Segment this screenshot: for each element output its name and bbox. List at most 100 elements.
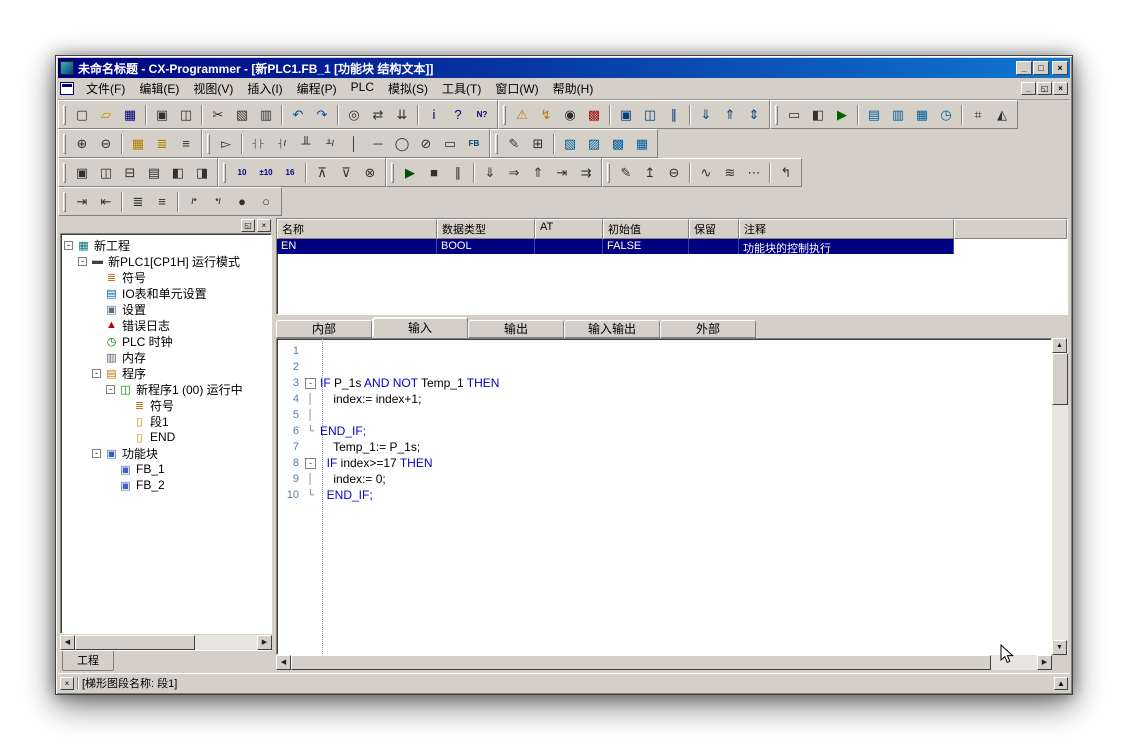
menu-insert[interactable]: 插入(I): [240, 78, 289, 99]
arrange-icons-button[interactable]: ▤: [142, 161, 166, 185]
tree-item-plc-clock[interactable]: ◷PLC 时钟: [61, 333, 271, 349]
scroll-right-button[interactable]: ▶: [257, 635, 272, 650]
column-header-initial-value[interactable]: 初始值: [603, 219, 689, 239]
run-button[interactable]: ▶: [398, 161, 422, 185]
scroll-right-button[interactable]: ▶: [1037, 655, 1052, 670]
undo-button[interactable]: ↶: [286, 103, 310, 127]
menu-simulation[interactable]: 模拟(S): [381, 78, 435, 99]
scrollbar-thumb[interactable]: [291, 655, 991, 670]
io-table-button[interactable]: ▤: [862, 103, 886, 127]
minimize-button[interactable]: _: [1016, 61, 1032, 75]
editor-hscrollbar[interactable]: ◀ ▶: [276, 655, 1052, 670]
tree-item-section1[interactable]: ▯段1: [61, 413, 271, 429]
section-list-button[interactable]: ▨: [582, 132, 606, 156]
show-rung-numbers-button[interactable]: ≡: [174, 132, 198, 156]
toggle-output-button[interactable]: ◨: [190, 161, 214, 185]
tree-item-function-blocks[interactable]: -▣功能块: [61, 445, 271, 461]
watch-list-button[interactable]: ≡: [150, 190, 174, 214]
code-editor[interactable]: 123-IF P_1s AND NOT Temp_1 THEN4│ index:…: [276, 338, 1052, 655]
step-into-button[interactable]: ⇓: [478, 161, 502, 185]
menu-program[interactable]: 编程(P): [290, 78, 344, 99]
find-next-button[interactable]: ⇊: [390, 103, 414, 127]
plc-clock-button[interactable]: ◷: [934, 103, 958, 127]
column-header-retain[interactable]: 保留: [689, 219, 739, 239]
menu-tools[interactable]: 工具(T): [435, 78, 488, 99]
select-mode-button[interactable]: ▻: [214, 132, 238, 156]
tree-item-fb1[interactable]: ▣FB_1: [61, 461, 271, 477]
online-edit-release-button[interactable]: ⊖: [662, 161, 686, 185]
scrollbar-track[interactable]: [1052, 353, 1068, 640]
workspace-hscrollbar[interactable]: ◀ ▶: [60, 635, 272, 650]
data-trace-button[interactable]: ∿: [694, 161, 718, 185]
workspace-close-button[interactable]: ×: [257, 219, 271, 232]
mode-monitor-button[interactable]: ◧: [806, 103, 830, 127]
tree-item-end[interactable]: ▯END: [61, 429, 271, 445]
monitor-hex-button[interactable]: 16: [278, 161, 302, 185]
indent-button[interactable]: ⇥: [70, 190, 94, 214]
toolbar-drag-handle[interactable]: [495, 134, 498, 154]
run-to-cursor-button[interactable]: ⇥: [550, 161, 574, 185]
redo-button[interactable]: ↷: [310, 103, 334, 127]
stop-button[interactable]: ■: [422, 161, 446, 185]
cut-button[interactable]: ✂: [206, 103, 230, 127]
scrollbar-track[interactable]: [291, 655, 1037, 670]
tile-horizontal-button[interactable]: ◫: [94, 161, 118, 185]
back-button[interactable]: ↰: [774, 161, 798, 185]
scroll-left-button[interactable]: ◀: [60, 635, 75, 650]
paste-button[interactable]: ▥: [254, 103, 278, 127]
online-edit-begin-button[interactable]: ✎: [614, 161, 638, 185]
fold-toggle-icon[interactable]: -: [305, 378, 316, 389]
tab-project[interactable]: 工程: [62, 651, 114, 671]
save-button[interactable]: ▦: [118, 103, 142, 127]
menu-file[interactable]: 文件(F): [79, 78, 132, 99]
tree-item-program1[interactable]: -◫新程序1 (00) 运行中: [61, 381, 271, 397]
plc-memory-button[interactable]: ▥: [886, 103, 910, 127]
code-line-4[interactable]: 4│ index:= index+1;: [277, 391, 1051, 407]
mode-program-button[interactable]: ▭: [782, 103, 806, 127]
online-edit-send-button[interactable]: ↥: [638, 161, 662, 185]
comment-selection-button[interactable]: /*: [182, 190, 206, 214]
uncomment-selection-button[interactable]: */: [206, 190, 230, 214]
new-instruction-button[interactable]: ▭: [438, 132, 462, 156]
scrollbar-track[interactable]: [75, 635, 257, 650]
code-line-7[interactable]: 7 Temp_1:= P_1s;: [277, 439, 1051, 455]
tree-item-error-log[interactable]: ▲错误日志: [61, 317, 271, 333]
scrollbar-thumb[interactable]: [75, 635, 195, 650]
tile-vertical-button[interactable]: ⊟: [118, 161, 142, 185]
cascade-windows-button[interactable]: ▣: [70, 161, 94, 185]
copy-button[interactable]: ▧: [230, 103, 254, 127]
tree-expander-icon[interactable]: -: [92, 369, 101, 378]
time-chart-button[interactable]: ≋: [718, 161, 742, 185]
insert-program-button[interactable]: ▧: [558, 132, 582, 156]
toggle-workspace-button[interactable]: ◧: [166, 161, 190, 185]
fold-toggle-icon[interactable]: -: [305, 458, 316, 469]
toolbar-drag-handle[interactable]: [63, 134, 66, 154]
code-line-6[interactable]: 6└END_IF;: [277, 423, 1051, 439]
tree-item-settings[interactable]: ▣设置: [61, 301, 271, 317]
open-button[interactable]: ▱: [94, 103, 118, 127]
find-button[interactable]: ◎: [342, 103, 366, 127]
scroll-left-button[interactable]: ◀: [276, 655, 291, 670]
column-header-data-type[interactable]: 数据类型: [437, 219, 535, 239]
fb-parameters-button[interactable]: ⊞: [526, 132, 550, 156]
tree-expander-icon[interactable]: -: [64, 241, 73, 250]
work-online-button[interactable]: ▣: [614, 103, 638, 127]
context-help-button[interactable]: N?: [470, 103, 494, 127]
tab-input[interactable]: 输入: [372, 317, 468, 338]
close-button[interactable]: ×: [1052, 61, 1068, 75]
monitor-mode-button[interactable]: ◫: [638, 103, 662, 127]
mdi-child-icon[interactable]: [60, 82, 74, 95]
zoom-out-button[interactable]: ⊖: [94, 132, 118, 156]
maximize-button[interactable]: □: [1033, 61, 1049, 75]
new-closed-coil-button[interactable]: ⊘: [414, 132, 438, 156]
menu-view[interactable]: 视图(V): [186, 78, 240, 99]
new-closed-contact-button[interactable]: ┤/: [270, 132, 294, 156]
code-line-5[interactable]: 5│: [277, 407, 1051, 423]
plc-settings-button[interactable]: ▦: [910, 103, 934, 127]
tree-item-symbols[interactable]: ≣符号: [61, 269, 271, 285]
output-close-button[interactable]: ×: [60, 677, 74, 690]
tree-expander-icon[interactable]: -: [106, 385, 115, 394]
outdent-button[interactable]: ⇤: [94, 190, 118, 214]
child-restore-button[interactable]: ◱: [1037, 82, 1052, 95]
tree-item-programs[interactable]: -▤程序: [61, 365, 271, 381]
